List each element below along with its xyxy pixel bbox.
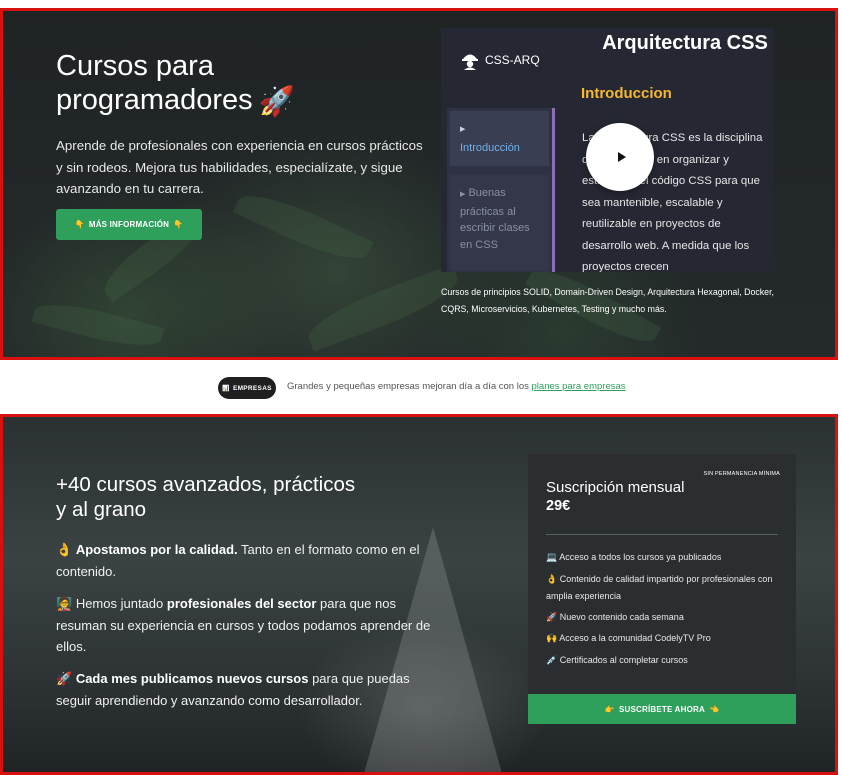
lesson-item-introduction[interactable]: ▶ Introducción (450, 111, 549, 166)
pointing-down-icon: 👇 (173, 220, 184, 229)
leaf-decoration (31, 294, 165, 356)
card-divider (546, 534, 778, 535)
more-info-button[interactable]: 👇 MÁS INFORMACIÓN 👇 (56, 209, 202, 240)
pricing-title: +40 cursos avanzados, prácticos y al gra… (56, 473, 356, 521)
course-video-preview[interactable]: CSS-ARQ Arquitectura CSS Introduccion ▶ … (441, 28, 773, 272)
benefit-item: 🙌 Acceso a la comunidad CodelyTV Pro (546, 630, 786, 647)
rocket-icon: 🚀 (258, 86, 295, 118)
feature-bold: Apostamos por la calidad. (75, 542, 238, 557)
hero-title-text: Cursos para programadores (56, 50, 253, 116)
laptop-icon: 💻 (546, 552, 558, 562)
lesson-item-label: Buenas prácticas al escribir clases en C… (460, 187, 530, 251)
benefit-text: Certificados al completar cursos (559, 655, 688, 665)
pointing-down-icon: 👇 (74, 220, 85, 229)
subscription-card: SIN PERMANENCIA MÍNIMA Suscripción mensu… (528, 454, 796, 724)
chart-icon: 📊 (222, 385, 230, 392)
course-brand: CSS-ARQ (461, 50, 540, 70)
business-text: Grandes y pequeñas empresas mejoran día … (287, 381, 626, 392)
business-text-body: Grandes y pequeñas empresas mejoran día … (287, 381, 529, 392)
rocket-icon: 🚀 (546, 612, 558, 622)
no-commitment-badge: SIN PERMANENCIA MÍNIMA (703, 471, 780, 477)
play-marker-icon: ▶ (460, 126, 466, 133)
hero-title: Cursos para programadores 🚀 (56, 49, 386, 119)
courses-caption: Cursos de principios SOLID, Domain-Drive… (441, 287, 774, 314)
benefit-item: 🚀 Nuevo contenido cada semana (546, 609, 786, 626)
benefit-text: Acceso a todos los cursos ya publicados (559, 552, 722, 562)
subscription-price: 29€ (546, 498, 571, 514)
hero-section: Cursos para programadores 🚀 Aprende de pr… (0, 8, 838, 360)
business-plans-link[interactable]: planes para empresas (532, 381, 626, 392)
rocket-icon: 🚀 (56, 671, 73, 686)
lesson-item-label: Introducción (460, 142, 520, 154)
feature-bold: Cada mes publicamos nuevos cursos (75, 671, 309, 686)
worker-helmet-icon (462, 54, 478, 70)
raised-hands-icon: 🙌 (546, 633, 558, 643)
business-badge-label: EMPRESAS (232, 384, 272, 392)
lesson-sidebar: ▶ Introducción ▶ Buenas prácticas al esc… (447, 108, 555, 272)
course-brand-label: CSS-ARQ (485, 53, 540, 67)
leaf-decoration (302, 264, 464, 352)
benefit-text: Contenido de calidad impartido por profe… (546, 574, 773, 601)
hero-description: Aprende de profesionales con experiencia… (56, 138, 423, 196)
benefit-text: Nuevo contenido cada semana (559, 612, 684, 622)
benefit-item: 💉 Certificados al completar cursos (546, 652, 786, 669)
teacher-icon: 🧑‍🏫 (56, 596, 73, 611)
feature-text: Hemos juntado (75, 596, 167, 611)
pricing-section: +40 cursos avanzados, prácticos y al gra… (0, 414, 838, 775)
benefit-item: 👌 Contenido de calidad impartido por pro… (546, 571, 786, 605)
more-info-label: MÁS INFORMACIÓN (88, 220, 170, 229)
subscription-title: Suscripción mensual (546, 479, 685, 496)
play-icon (617, 152, 626, 162)
certificate-icon: 💉 (546, 655, 558, 665)
course-title: Arquitectura CSS (602, 32, 768, 54)
benefit-text: Acceso a la comunidad CodelyTV Pro (559, 633, 711, 643)
pointing-right-icon: 👉 (604, 704, 615, 714)
feature-professionals: 🧑‍🏫 Hemos juntado profesionales del sect… (56, 593, 436, 658)
lesson-item-best-practices[interactable]: ▶ Buenas prácticas al escribir clases en… (450, 175, 549, 271)
ok-hand-icon: 👌 (546, 574, 558, 584)
business-band: 📊 EMPRESAS Grandes y pequeñas empresas m… (0, 362, 842, 412)
subscribe-button[interactable]: 👉 SUSCRÍBETE AHORA 👈 (528, 694, 796, 724)
subscribe-label: SUSCRÍBETE AHORA (618, 704, 706, 714)
ok-hand-icon: 👌 (56, 542, 73, 557)
feature-quality: 👌 Apostamos por la calidad. Tanto en el … (56, 539, 436, 582)
play-marker-icon: ▶ (460, 191, 466, 198)
pointing-left-icon: 👈 (709, 704, 720, 714)
play-button[interactable] (586, 123, 654, 191)
lesson-heading: Introduccion (581, 85, 672, 102)
feature-monthly-courses: 🚀 Cada mes publicamos nuevos cursos para… (56, 668, 436, 711)
benefit-item: 💻 Acceso a todos los cursos ya publicado… (546, 549, 786, 566)
feature-bold: profesionales del sector (166, 596, 317, 611)
business-badge: 📊 EMPRESAS (218, 377, 276, 399)
